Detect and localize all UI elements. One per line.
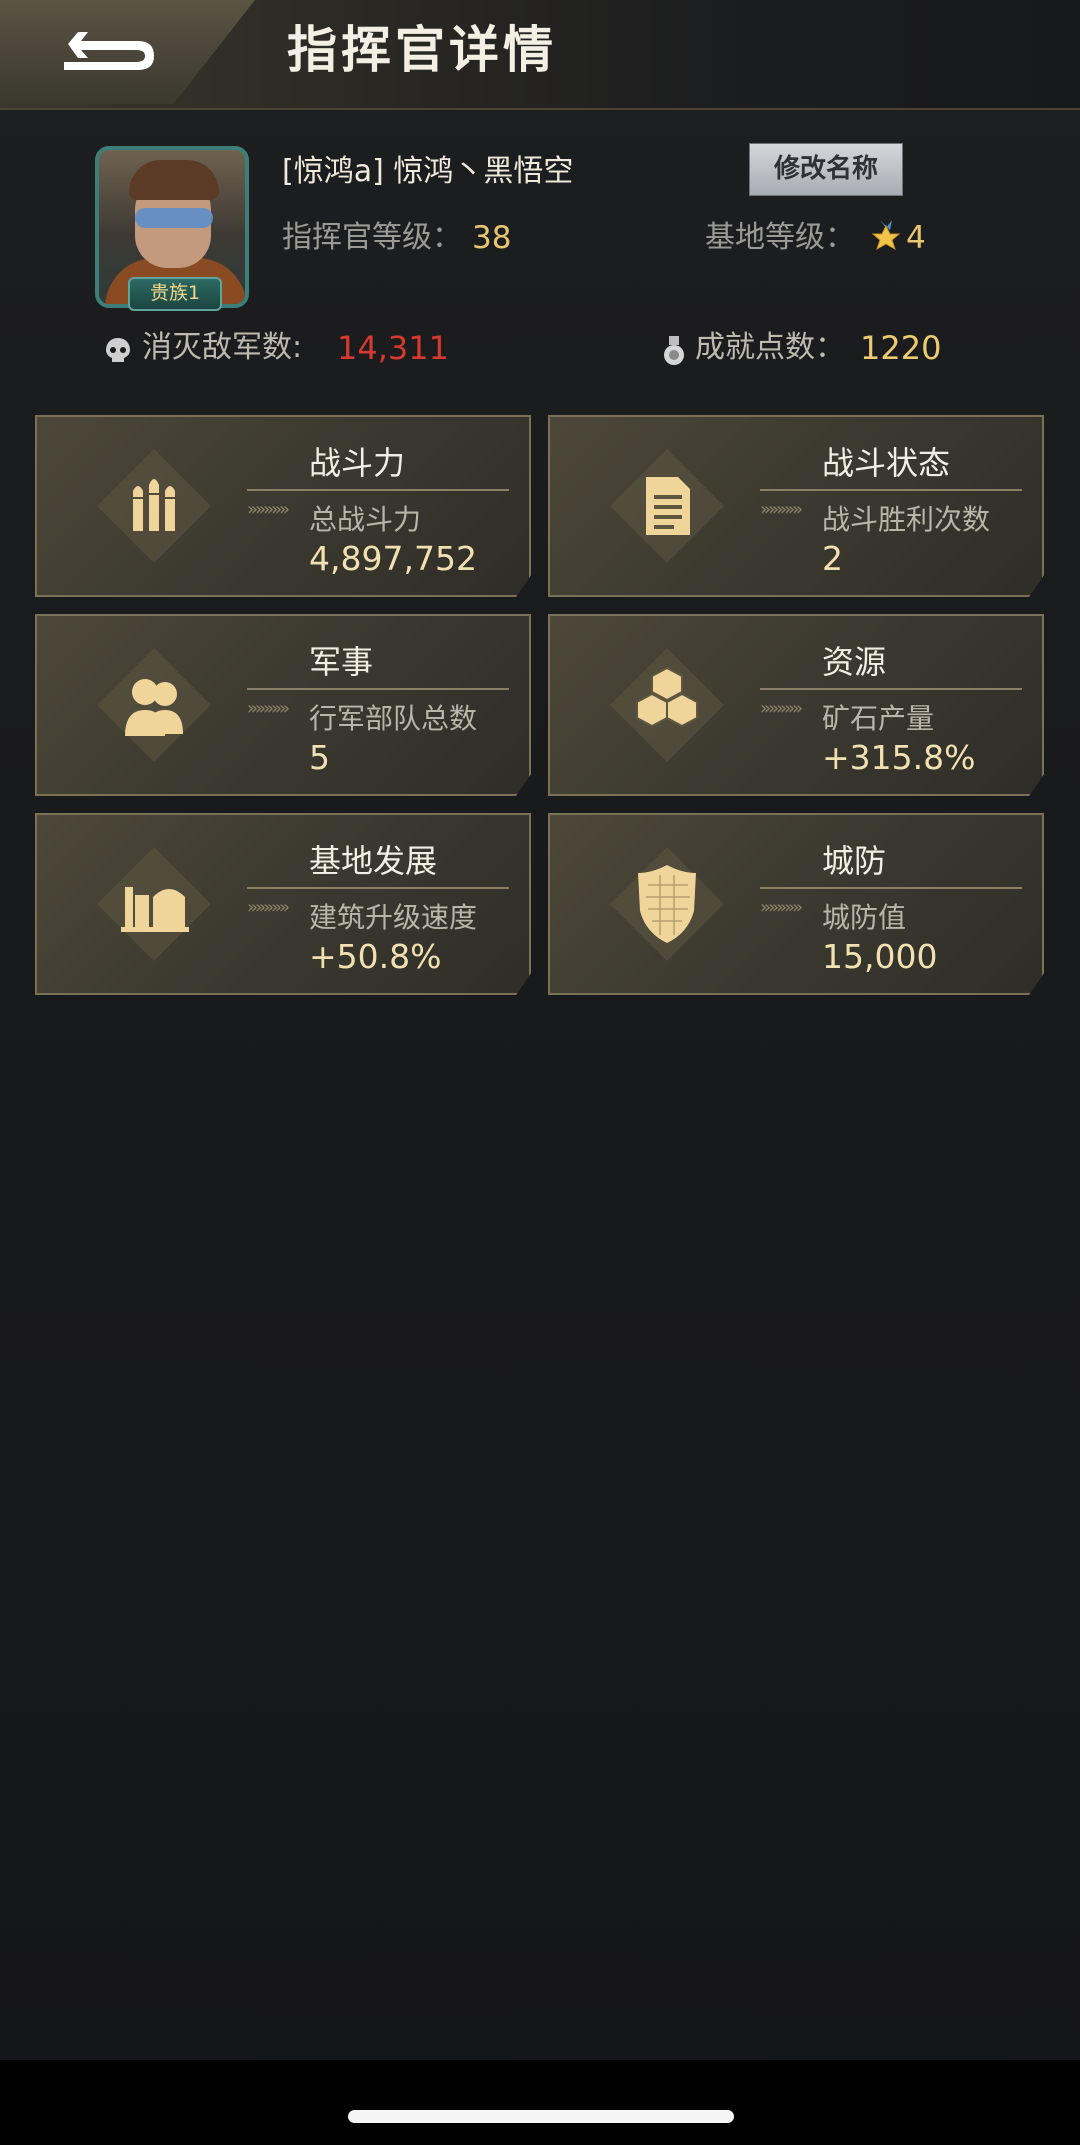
back-arrow-icon xyxy=(64,32,154,70)
card-title: 资源 xyxy=(822,643,887,681)
card-value: 15,000 xyxy=(822,937,938,976)
document-icon xyxy=(610,449,724,563)
achievement-value: 1220 xyxy=(860,329,942,367)
card-divider xyxy=(247,887,509,889)
card-title: 战斗状态 xyxy=(822,444,951,482)
chevrons-icon: »»»»» xyxy=(760,499,803,520)
card-title: 基地发展 xyxy=(309,842,438,880)
card-title: 城防 xyxy=(822,842,887,880)
card-title: 军事 xyxy=(309,643,374,681)
base-level-label: 基地等级： xyxy=(705,220,855,255)
achievement-label: 成就点数： xyxy=(695,330,845,365)
avatar-glasses xyxy=(135,208,213,228)
shield-icon xyxy=(610,847,724,961)
page: 指挥官详情 贵族1 [惊鸿a] 惊鸿丶黑悟空 修改名称 指挥官等级： 38 基地… xyxy=(0,0,1080,2145)
card-base-development[interactable]: »»»»» 基地发展 建筑升级速度 +50.8% xyxy=(35,813,531,995)
chevrons-icon: »»»»» xyxy=(760,698,803,719)
card-title: 战斗力 xyxy=(309,444,406,482)
kills-value: 14,311 xyxy=(337,329,449,367)
chevrons-icon: »»»»» xyxy=(247,499,290,520)
card-subtitle: 矿石产量 xyxy=(822,702,935,735)
rank-badge: 贵族1 xyxy=(128,277,222,311)
base-level-value: 4 xyxy=(906,220,926,256)
medal-icon xyxy=(664,336,684,365)
card-value: 4,897,752 xyxy=(309,539,477,578)
card-subtitle: 行军部队总数 xyxy=(309,702,478,735)
card-divider xyxy=(760,688,1022,690)
card-divider xyxy=(247,489,509,491)
skull-icon xyxy=(106,338,130,362)
card-value: +315.8% xyxy=(822,738,976,777)
kills-label: 消灭敌军数: xyxy=(142,330,303,365)
card-battle-status[interactable]: »»»»» 战斗状态 战斗胜利次数 2 xyxy=(548,415,1044,597)
base-level-star-icon xyxy=(871,220,901,251)
card-subtitle: 战斗胜利次数 xyxy=(822,503,991,536)
card-city-defense[interactable]: »»»»» 城防 城防值 15,000 xyxy=(548,813,1044,995)
system-nav-bar xyxy=(0,2060,1080,2145)
card-divider xyxy=(247,688,509,690)
page-title: 指挥官详情 xyxy=(287,21,557,79)
chevrons-icon: »»»»» xyxy=(247,897,290,918)
card-subtitle: 总战斗力 xyxy=(309,503,422,536)
card-value: +50.8% xyxy=(309,937,442,976)
commander-name: [惊鸿a] 惊鸿丶黑悟空 xyxy=(282,154,574,189)
rename-button[interactable]: 修改名称 xyxy=(749,143,903,196)
card-combat-power[interactable]: »»»»» 战斗力 总战斗力 4,897,752 xyxy=(35,415,531,597)
home-indicator[interactable] xyxy=(348,2110,734,2123)
card-value: 2 xyxy=(822,539,843,578)
soldiers-icon xyxy=(97,648,211,762)
back-button[interactable] xyxy=(0,0,255,104)
card-military[interactable]: »»»»» 军事 行军部队总数 5 xyxy=(35,614,531,796)
commander-level-label: 指挥官等级： xyxy=(282,220,462,255)
card-divider xyxy=(760,489,1022,491)
chevrons-icon: »»»»» xyxy=(247,698,290,719)
buildings-icon xyxy=(97,847,211,961)
card-subtitle: 建筑升级速度 xyxy=(309,901,478,934)
card-resources[interactable]: »»»»» 资源 矿石产量 +315.8% xyxy=(548,614,1044,796)
card-value: 5 xyxy=(309,738,330,777)
bullets-icon xyxy=(97,449,211,563)
cubes-icon xyxy=(610,648,724,762)
chevrons-icon: »»»»» xyxy=(760,897,803,918)
commander-level-value: 38 xyxy=(472,220,512,256)
card-subtitle: 城防值 xyxy=(822,901,907,934)
avatar-hair xyxy=(129,160,219,200)
header-bar: 指挥官详情 xyxy=(0,0,1080,110)
card-divider xyxy=(760,887,1022,889)
